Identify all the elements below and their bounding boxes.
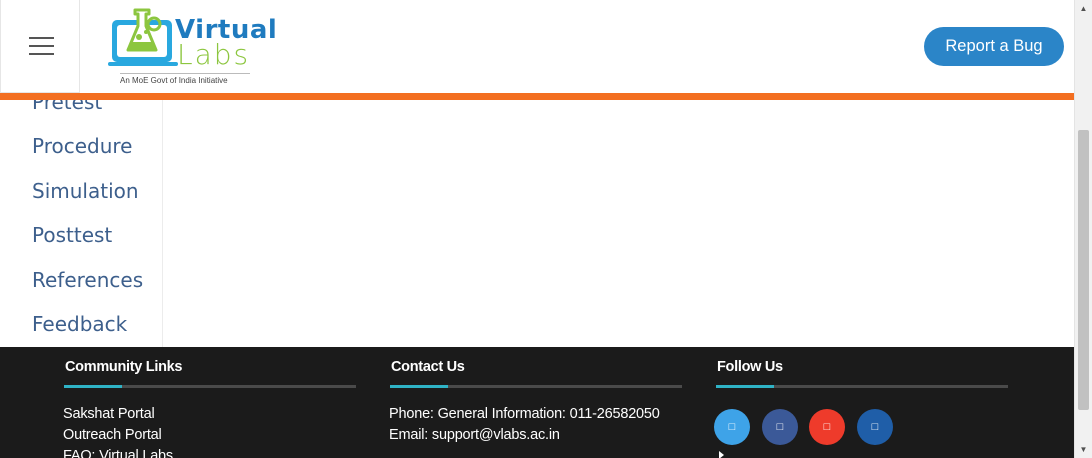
sidebar-item-references[interactable]: References bbox=[32, 268, 143, 292]
hamburger-menu-icon[interactable] bbox=[0, 0, 80, 93]
report-bug-button[interactable]: Report a Bug bbox=[924, 27, 1064, 66]
header-accent-bar bbox=[0, 93, 1074, 100]
section-divider bbox=[64, 385, 356, 388]
follow-us-title: Follow Us bbox=[717, 359, 783, 375]
linkedin-icon[interactable]: □ bbox=[857, 409, 893, 445]
sidebar-item-pretest[interactable]: Pretest bbox=[32, 100, 102, 114]
section-divider bbox=[716, 385, 1008, 388]
sidebar-item-procedure[interactable]: Procedure bbox=[32, 134, 133, 158]
sidebar-nav: Pretest Procedure Simulation Posttest Re… bbox=[0, 100, 163, 347]
site-footer: Community Links Sakshat Portal Outreach … bbox=[0, 347, 1074, 458]
twitter-icon[interactable]: □ bbox=[714, 409, 750, 445]
link-outreach-portal[interactable]: Outreach Portal bbox=[63, 427, 162, 443]
main-content bbox=[164, 100, 1074, 347]
sidebar-item-posttest[interactable]: Posttest bbox=[32, 223, 112, 247]
contact-email[interactable]: Email: support@vlabs.ac.in bbox=[389, 427, 560, 443]
hamburger-line bbox=[29, 37, 54, 39]
logo-word-labs: Labs bbox=[177, 38, 251, 71]
page-scrollbar[interactable]: ▲ ▼ bbox=[1074, 0, 1092, 458]
scroll-up-arrow-icon[interactable]: ▲ bbox=[1075, 0, 1092, 17]
community-links-title: Community Links bbox=[65, 359, 183, 375]
hamburger-line bbox=[29, 53, 54, 55]
scroll-down-arrow-icon[interactable]: ▼ bbox=[1075, 441, 1092, 458]
sidebar-item-feedback[interactable]: Feedback bbox=[32, 312, 127, 336]
contact-phone: Phone: General Information: 011-26582050 bbox=[389, 406, 660, 422]
facebook-icon[interactable]: □ bbox=[762, 409, 798, 445]
sidebar-item-simulation[interactable]: Simulation bbox=[32, 179, 139, 203]
link-faq[interactable]: FAQ: Virtual Labs bbox=[63, 448, 173, 458]
section-divider bbox=[390, 385, 682, 388]
hamburger-line bbox=[29, 45, 54, 47]
contact-us-title: Contact Us bbox=[391, 359, 465, 375]
site-header: Virtual Labs An MoE Govt of India Initia… bbox=[0, 0, 1074, 93]
mouse-cursor-icon bbox=[719, 451, 724, 458]
youtube-icon[interactable]: □ bbox=[809, 409, 845, 445]
link-sakshat-portal[interactable]: Sakshat Portal bbox=[63, 406, 155, 422]
logo-tagline: An MoE Govt of India Initiative bbox=[120, 73, 250, 85]
virtual-labs-logo[interactable]: Virtual Labs An MoE Govt of India Initia… bbox=[108, 6, 283, 88]
scrollbar-thumb[interactable] bbox=[1078, 130, 1089, 410]
